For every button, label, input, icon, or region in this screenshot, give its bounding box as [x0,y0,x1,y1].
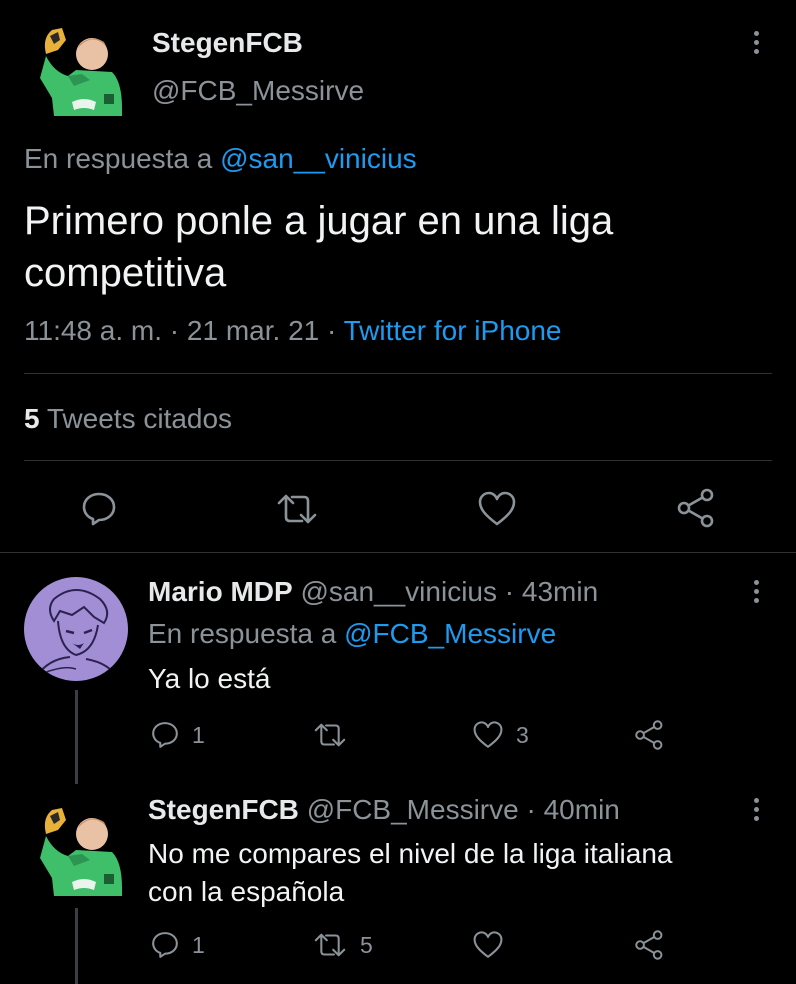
meta-separator: · [169,315,180,346]
reply-1-reply-count: 1 [192,721,205,748]
retweet-icon [277,494,317,524]
divider-actions [0,552,796,553]
goalkeeper-avatar-icon [28,16,128,116]
main-tweet-text: Primero ponle a jugar en una liga compet… [24,195,613,299]
reply-1-handle[interactable]: @san__vinicius [300,576,497,607]
retweet-icon [314,723,346,747]
reply-1-to-handle[interactable]: @FCB_Messirve [344,618,556,649]
meta-separator: · [327,315,337,346]
reply-2-time[interactable]: 40min [544,794,620,825]
main-tweet-meta: 11:48 a. m. · 21 mar. 21 · Twitter for i… [24,314,561,348]
tweet-source[interactable]: Twitter for iPhone [344,315,562,346]
reply-1-display-name[interactable]: Mario MDP [148,576,293,607]
share-icon [677,488,714,528]
reply-1-retweet-button[interactable] [312,720,360,750]
reply-2-handle[interactable]: @FCB_Messirve [307,794,519,825]
reply-2-text-line-1: No me compares el nivel de la liga itali… [148,838,673,869]
quote-count: 5 [24,403,40,434]
main-share-button[interactable] [676,488,718,528]
reply-1-context: En respuesta a @FCB_Messirve [148,617,556,651]
main-text-line-1: Primero ponle a jugar en una liga [24,199,614,243]
thread-line [75,690,78,784]
reply-2-header: StegenFCB @FCB_Messirve · 40min [148,793,620,827]
main-avatar[interactable] [28,16,128,116]
divider-meta [24,373,772,374]
share-icon [635,720,663,750]
reply-2-avatar[interactable] [28,796,128,896]
reply-1-text: Ya lo está [148,663,271,694]
reply-2-share-button[interactable] [634,929,666,961]
main-like-button[interactable] [477,490,517,528]
reply-1-header: Mario MDP @san__vinicius · 43min [148,575,598,609]
reply-2-retweet-button[interactable]: 5 [312,930,373,960]
tweet-date[interactable]: 21 mar. 21 [187,315,319,346]
divider-stats [24,460,772,461]
quote-tweets-stat[interactable]: 5 Tweets citados [24,402,232,436]
reply-1-like-count: 3 [516,721,529,748]
reply-1-more-options-icon[interactable] [753,580,761,607]
thread-line [75,908,78,984]
reply-1-sep: · [504,576,515,607]
reply-2-display-name[interactable]: StegenFCB [148,794,299,825]
goalkeeper-avatar-icon [28,796,128,896]
main-more-options-icon[interactable] [753,31,761,58]
reply-1-share-button[interactable] [634,719,666,751]
main-text-line-2: competitiva [24,251,227,295]
main-handle[interactable]: @FCB_Messirve [152,74,364,108]
quote-label: Tweets citados [46,403,233,434]
reply-2-more-options-icon[interactable] [753,798,761,825]
reply-icon [152,722,178,748]
reply-1-time[interactable]: 43min [522,576,598,607]
reply-to-handle[interactable]: @san__vinicius [220,143,417,174]
reply-2-sep: · [526,794,536,825]
reply-2-retweet-count: 5 [360,931,373,958]
reply-1-reply-button[interactable]: 1 [150,720,205,750]
reply-2-text-line-2: con la española [148,876,345,907]
reply-1-avatar[interactable] [24,577,128,681]
tweet-time[interactable]: 11:48 a. m. [24,315,162,346]
heart-icon [473,931,503,958]
reply-icon [82,492,116,526]
heart-icon [478,491,516,526]
anime-character-avatar-icon [24,577,128,681]
reply-prefix: En respuesta a [24,143,213,174]
share-icon [635,930,663,960]
reply-2-like-button[interactable] [472,930,516,960]
reply-icon [152,932,178,958]
reply-2-reply-count: 1 [192,931,205,958]
reply-1-like-button[interactable]: 3 [472,720,529,750]
main-reply-button[interactable] [80,490,118,528]
main-retweet-button[interactable] [275,490,319,528]
main-display-name[interactable]: StegenFCB [152,26,303,60]
main-reply-context: En respuesta a @san__vinicius [24,142,417,176]
retweet-icon [314,933,346,957]
reply-2-text: No me compares el nivel de la liga itali… [148,835,673,911]
reply-2-reply-button[interactable]: 1 [150,930,205,960]
heart-icon [473,721,503,748]
reply-1-prefix: En respuesta a [148,618,337,649]
